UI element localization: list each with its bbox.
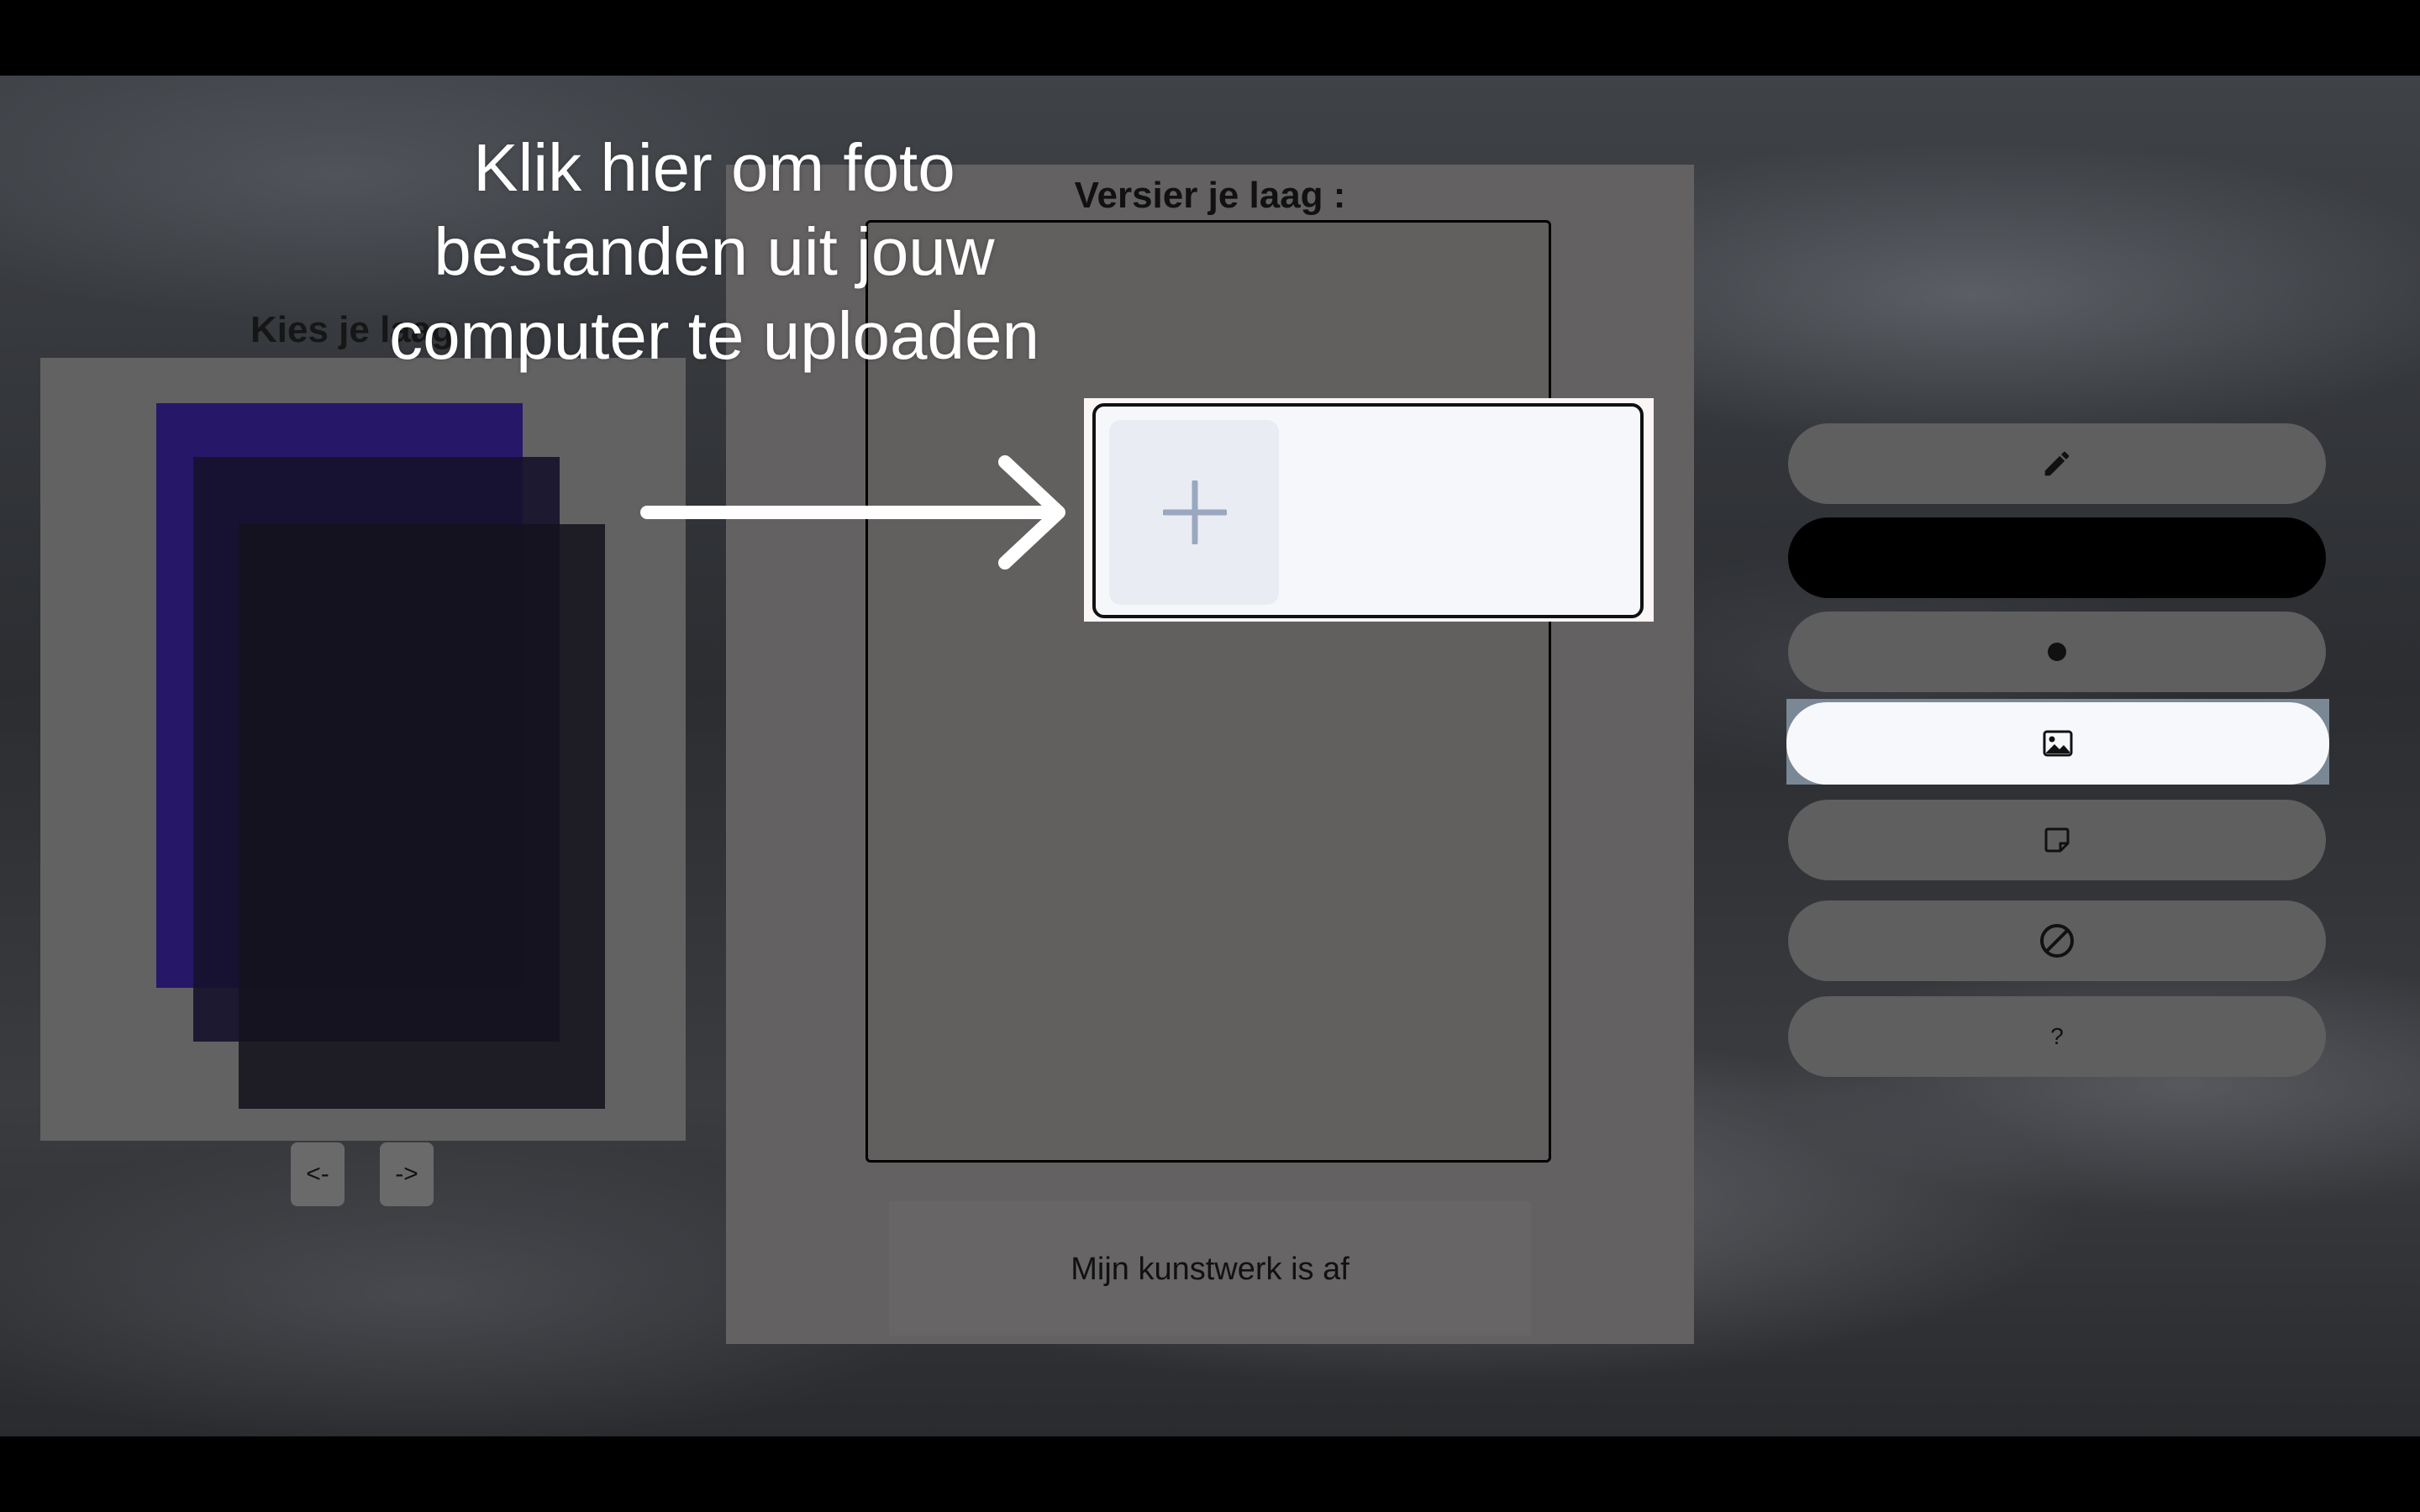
- help-button[interactable]: ?: [1788, 996, 2326, 1077]
- pencil-icon: [2044, 451, 2070, 476]
- image-tool-button[interactable]: [1786, 702, 2329, 785]
- letterbox-top: [0, 0, 2420, 76]
- finish-button-label: Mijn kunstwerk is af: [1071, 1252, 1349, 1287]
- prohibited-icon: [2040, 924, 2074, 958]
- note-icon: [2044, 827, 2070, 853]
- tutorial-arrow-icon: [640, 455, 1065, 570]
- letterbox-bottom: [0, 1436, 2420, 1512]
- layer-card-3[interactable]: [239, 524, 605, 1109]
- pencil-tool-button[interactable]: [1788, 423, 2326, 504]
- sticky-note-button[interactable]: [1788, 800, 2326, 880]
- tutorial-tip-text: Klik hier om foto bestanden uit jouw com…: [389, 130, 1039, 373]
- upload-dropzone[interactable]: [1092, 403, 1644, 618]
- previous-layer-button[interactable]: <-: [291, 1142, 345, 1206]
- brush-size-button[interactable]: [1788, 612, 2326, 692]
- image-icon: [2043, 730, 2073, 757]
- plus-icon: [1163, 480, 1227, 544]
- next-layer-button[interactable]: ->: [380, 1142, 434, 1206]
- layer-panel: [40, 358, 686, 1141]
- clear-tool-button[interactable]: [1788, 900, 2326, 981]
- add-image-button[interactable]: [1109, 420, 1279, 605]
- color-picker-button[interactable]: [1788, 517, 2326, 598]
- help-label: ?: [2050, 1023, 2064, 1049]
- image-upload-popover: [1084, 398, 1654, 622]
- dot-icon: [2048, 643, 2066, 661]
